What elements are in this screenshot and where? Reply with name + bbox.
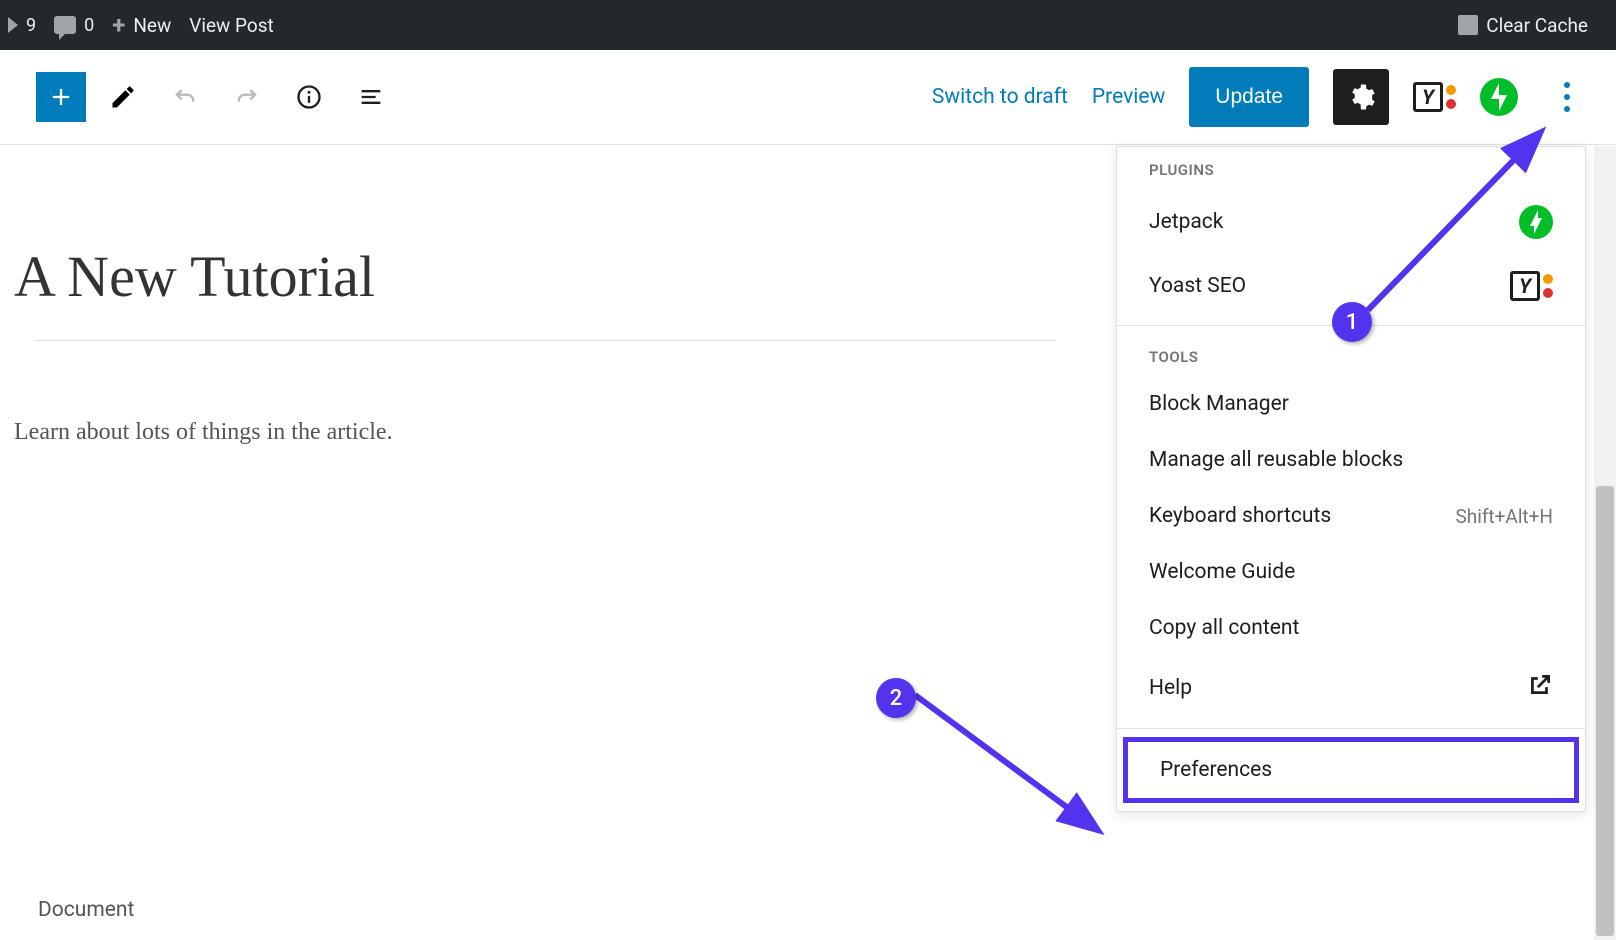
annotation-badge-1: 1 xyxy=(1332,302,1372,342)
edit-mode-button[interactable] xyxy=(98,72,148,122)
menu-item-label: Manage all reusable blocks xyxy=(1149,448,1403,472)
menu-item-copy-all[interactable]: Copy all content xyxy=(1117,600,1585,656)
menu-shortcut: Shift+Alt+H xyxy=(1455,505,1553,528)
view-post-link[interactable]: View Post xyxy=(189,14,274,37)
menu-item-label: Jetpack xyxy=(1149,210,1223,234)
clear-cache-link[interactable]: Clear Cache xyxy=(1458,14,1588,37)
redo-button[interactable] xyxy=(222,72,272,122)
menu-item-label: Welcome Guide xyxy=(1149,560,1295,584)
menu-item-label: Help xyxy=(1149,676,1192,700)
menu-item-jetpack[interactable]: Jetpack xyxy=(1117,189,1585,255)
details-button[interactable] xyxy=(284,72,334,122)
plus-icon: + xyxy=(112,11,125,39)
plugins-section-header: PLUGINS xyxy=(1117,147,1585,189)
comments-link[interactable]: 0 xyxy=(54,15,94,36)
redo-icon xyxy=(233,83,261,111)
menu-item-welcome-guide[interactable]: Welcome Guide xyxy=(1117,544,1585,600)
editor-toolbar: Switch to draft Preview Update Y xyxy=(0,50,1616,145)
comment-icon xyxy=(54,16,76,34)
menu-item-label: Block Manager xyxy=(1149,392,1289,416)
settings-button[interactable] xyxy=(1333,69,1389,125)
preview-link[interactable]: Preview xyxy=(1092,85,1165,109)
outline-button[interactable] xyxy=(346,72,396,122)
new-content-link[interactable]: + New xyxy=(112,11,171,39)
annotation-arrow-2 xyxy=(900,680,1120,840)
pencil-icon xyxy=(109,83,137,111)
document-tab[interactable]: Document xyxy=(0,880,172,940)
menu-item-label: Copy all content xyxy=(1149,616,1299,640)
admin-bar: 9 0 + New View Post Clear Cache xyxy=(0,0,1616,50)
menu-item-block-manager[interactable]: Block Manager xyxy=(1117,376,1585,432)
annotation-badge-2: 2 xyxy=(876,678,916,718)
plus-icon xyxy=(47,83,75,111)
cache-icon xyxy=(1458,15,1478,35)
chevron-right-icon xyxy=(8,17,18,33)
switch-to-draft-link[interactable]: Switch to draft xyxy=(932,85,1068,109)
menu-item-reusable-blocks[interactable]: Manage all reusable blocks xyxy=(1117,432,1585,488)
menu-item-label: Keyboard shortcuts xyxy=(1149,504,1331,528)
jetpack-icon xyxy=(1519,205,1553,239)
updates-count: 9 xyxy=(26,15,36,36)
menu-item-preferences[interactable]: Preferences xyxy=(1128,742,1574,798)
yoast-icon: Y xyxy=(1510,271,1553,301)
comments-count: 0 xyxy=(84,15,94,36)
updates-indicator[interactable]: 9 xyxy=(8,15,36,36)
yoast-status-dots xyxy=(1446,85,1456,109)
clear-cache-label: Clear Cache xyxy=(1486,14,1588,37)
more-vertical-icon xyxy=(1564,82,1570,112)
undo-icon xyxy=(171,83,199,111)
add-block-button[interactable] xyxy=(36,72,86,122)
scrollbar-thumb[interactable] xyxy=(1596,486,1614,936)
options-dropdown: PLUGINS Jetpack Yoast SEO Y TOOLS Block … xyxy=(1116,146,1586,812)
menu-item-keyboard-shortcuts[interactable]: Keyboard shortcuts Shift+Alt+H xyxy=(1117,488,1585,544)
info-icon xyxy=(295,83,323,111)
jetpack-button[interactable] xyxy=(1480,78,1518,116)
menu-item-label: Preferences xyxy=(1160,758,1272,782)
gear-icon xyxy=(1346,82,1376,112)
external-link-icon xyxy=(1527,672,1553,704)
list-icon xyxy=(357,83,385,111)
scrollbar-track[interactable] xyxy=(1594,146,1616,940)
yoast-logo-icon: Y xyxy=(1413,82,1443,112)
update-button[interactable]: Update xyxy=(1189,67,1309,127)
preferences-highlight: Preferences xyxy=(1123,737,1579,803)
menu-divider xyxy=(1117,728,1585,729)
more-options-button[interactable] xyxy=(1542,72,1592,122)
menu-item-label: Yoast SEO xyxy=(1149,274,1246,298)
new-label: New xyxy=(133,14,171,37)
yoast-button[interactable]: Y xyxy=(1413,82,1456,112)
undo-button[interactable] xyxy=(160,72,210,122)
menu-item-help[interactable]: Help xyxy=(1117,656,1585,720)
